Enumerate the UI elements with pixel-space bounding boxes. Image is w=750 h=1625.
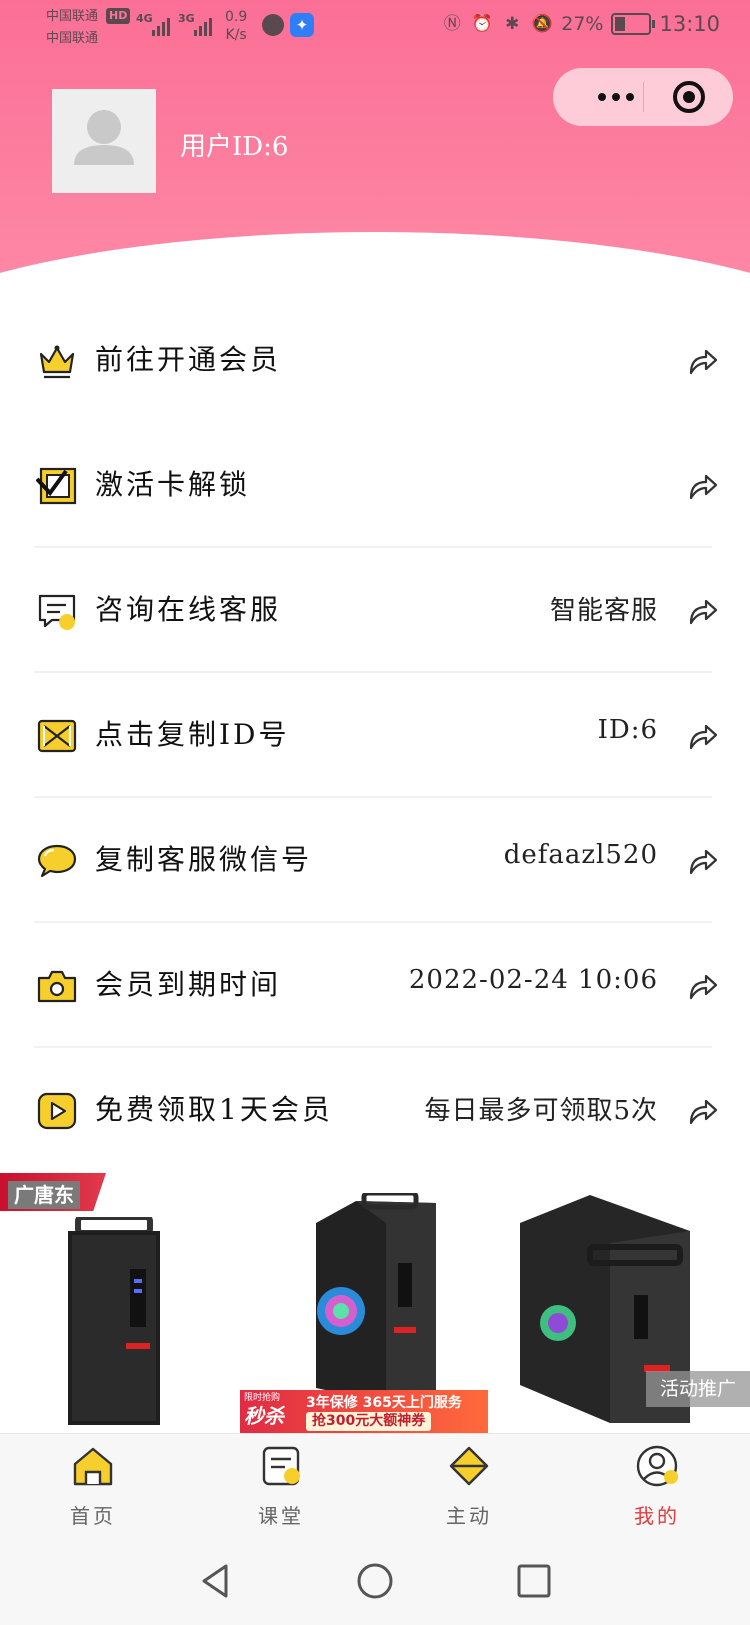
ad-tag: 活动推广	[646, 1371, 750, 1407]
back-icon[interactable]	[196, 1561, 236, 1601]
menu-label-free-vip: 免费领取1天会员	[95, 1093, 333, 1126]
speed-value: 0.9	[225, 9, 248, 25]
clock: 13:10	[659, 12, 720, 36]
battery-icon	[611, 13, 656, 35]
status-bar: 中国联通 中国联通 HD 4G 3G 0.9 K/s ✦ Ⓝ ⏰ ✱ 🔕 27%…	[0, 0, 750, 56]
speech-bubble-icon	[37, 844, 77, 878]
menu-value-expiry: 2022-02-24 10:06	[408, 965, 658, 995]
carrier-info: 中国联通 中国联通	[46, 6, 98, 50]
speed-unit: K/s	[225, 27, 247, 43]
share-arrow-icon	[689, 724, 718, 750]
tab-classroom[interactable]: 课堂	[226, 1444, 336, 1534]
share-arrow-icon	[689, 349, 718, 375]
home-icon	[73, 1447, 113, 1486]
camera-icon	[37, 970, 77, 1003]
menu-item-expiry[interactable]: 会员到期时间 2022-02-24 10:06	[0, 923, 750, 1048]
promo-warranty-text: 3年保修 365天上门服务	[306, 1395, 462, 1411]
promo-coupon-text: 抢300元大额神券	[306, 1412, 432, 1431]
profile-icon	[636, 1445, 678, 1487]
menu-item-free-vip[interactable]: 免费领取1天会员 每日最多可领取5次	[0, 1048, 750, 1173]
chat-icon	[38, 594, 76, 630]
miniprogram-capsule	[553, 68, 733, 126]
network-speed: 0.9 K/s	[225, 8, 247, 44]
ad-brand-text: 广唐东	[8, 1181, 80, 1209]
flash-sale-badge: 限时抢购 秒杀	[244, 1392, 300, 1428]
tab-label-mine: 我的	[634, 1504, 680, 1528]
tab-label-active: 主动	[446, 1504, 492, 1528]
share-arrow-icon	[689, 474, 718, 500]
share-arrow-icon	[689, 599, 718, 625]
nfc-icon: Ⓝ	[443, 14, 461, 34]
recents-icon[interactable]	[514, 1561, 554, 1601]
carrier-2: 中国联通	[46, 31, 99, 46]
signal-3g-label: 3G	[178, 12, 195, 25]
tab-active[interactable]: 主动	[414, 1444, 524, 1534]
menu-label-expiry: 会员到期时间	[95, 968, 282, 1001]
signal-bars-2-icon	[194, 14, 212, 36]
menu-value-customer-service: 智能客服	[549, 596, 658, 626]
tab-home[interactable]: 首页	[38, 1444, 148, 1534]
share-arrow-icon	[689, 974, 718, 1000]
document-icon	[262, 1446, 300, 1486]
default-user-icon	[74, 110, 134, 165]
tab-mine[interactable]: 我的	[602, 1444, 712, 1534]
pc-tower-rgb-image	[316, 1193, 436, 1403]
menu-label-copy-id: 点击复制ID号	[95, 718, 290, 751]
menu-label-activation-card: 激活卡解锁	[95, 468, 251, 501]
menu-item-vip[interactable]: 前往开通会员	[0, 298, 750, 423]
ad-brand-badge: 广唐东	[0, 1173, 106, 1211]
carrier-1: 中国联通	[46, 9, 99, 24]
capsule-divider	[643, 82, 644, 112]
share-arrow-icon	[689, 1099, 718, 1125]
signal-4g-label: 4G	[136, 12, 153, 25]
menu-item-copy-wechat[interactable]: 复制客服微信号 defaazl520	[0, 798, 750, 923]
menu-value-copy-wechat: defaazl520	[503, 840, 658, 870]
menu-list: 前往开通会员 激活卡解锁 咨询在线客服 智能客服 点击复制ID号 ID:6 复制…	[0, 298, 750, 1173]
ribbon-icon	[37, 719, 77, 753]
lightbulb-app-icon: ✦	[290, 13, 314, 37]
promo-ad-banner[interactable]: 广唐东 限时抢购 秒杀 3年保修 365天上门服务 抢300元大额神券 活动推广	[0, 1173, 750, 1433]
system-nav-bar	[0, 1538, 750, 1625]
bluetooth-icon: ✱	[505, 14, 520, 34]
avatar[interactable]	[52, 89, 156, 193]
menu-item-activation-card[interactable]: 激活卡解锁	[0, 423, 750, 548]
tab-label-home: 首页	[70, 1504, 116, 1528]
promo-strip: 限时抢购 秒杀 3年保修 365天上门服务 抢300元大额神券	[240, 1390, 488, 1433]
flash-sale-caption: 限时抢购	[244, 1393, 281, 1403]
share-arrow-icon	[689, 849, 718, 875]
flash-sale-title: 秒杀	[244, 1404, 284, 1428]
diamond-icon	[449, 1446, 489, 1486]
more-menu-icon[interactable]	[579, 68, 653, 126]
mute-icon: 🔕	[531, 14, 553, 34]
pc-tower-front-image	[68, 1217, 160, 1425]
menu-item-customer-service[interactable]: 咨询在线客服 智能客服	[0, 548, 750, 673]
app-notification-icon	[262, 14, 284, 36]
bottom-tab-bar: 首页 课堂 主动 我的	[0, 1433, 750, 1538]
menu-label-copy-wechat: 复制客服微信号	[95, 843, 313, 876]
close-miniprogram-icon[interactable]	[673, 81, 705, 113]
crown-icon	[39, 345, 75, 379]
user-id-label: 用户ID:6	[180, 132, 289, 162]
menu-label-vip: 前往开通会员	[95, 343, 282, 376]
hd-badge: HD	[106, 8, 131, 24]
home-circle-icon[interactable]	[355, 1561, 395, 1601]
menu-item-copy-id[interactable]: 点击复制ID号 ID:6	[0, 673, 750, 798]
menu-value-free-vip: 每日最多可领取5次	[424, 1096, 658, 1126]
tab-label-classroom: 课堂	[258, 1504, 304, 1528]
profile-header: 中国联通 中国联通 HD 4G 3G 0.9 K/s ✦ Ⓝ ⏰ ✱ 🔕 27%…	[0, 0, 750, 300]
menu-label-customer-service: 咨询在线客服	[95, 593, 282, 626]
alarm-icon: ⏰	[471, 14, 493, 34]
checkbox-card-icon	[36, 467, 77, 505]
menu-value-copy-id: ID:6	[597, 715, 658, 745]
battery-percent: 27%	[561, 13, 604, 35]
header-curve	[0, 232, 750, 300]
system-status-icons: Ⓝ ⏰ ✱ 🔕 27% 13:10	[441, 12, 720, 36]
play-icon	[37, 1092, 77, 1130]
signal-bars-1-icon	[152, 14, 170, 36]
